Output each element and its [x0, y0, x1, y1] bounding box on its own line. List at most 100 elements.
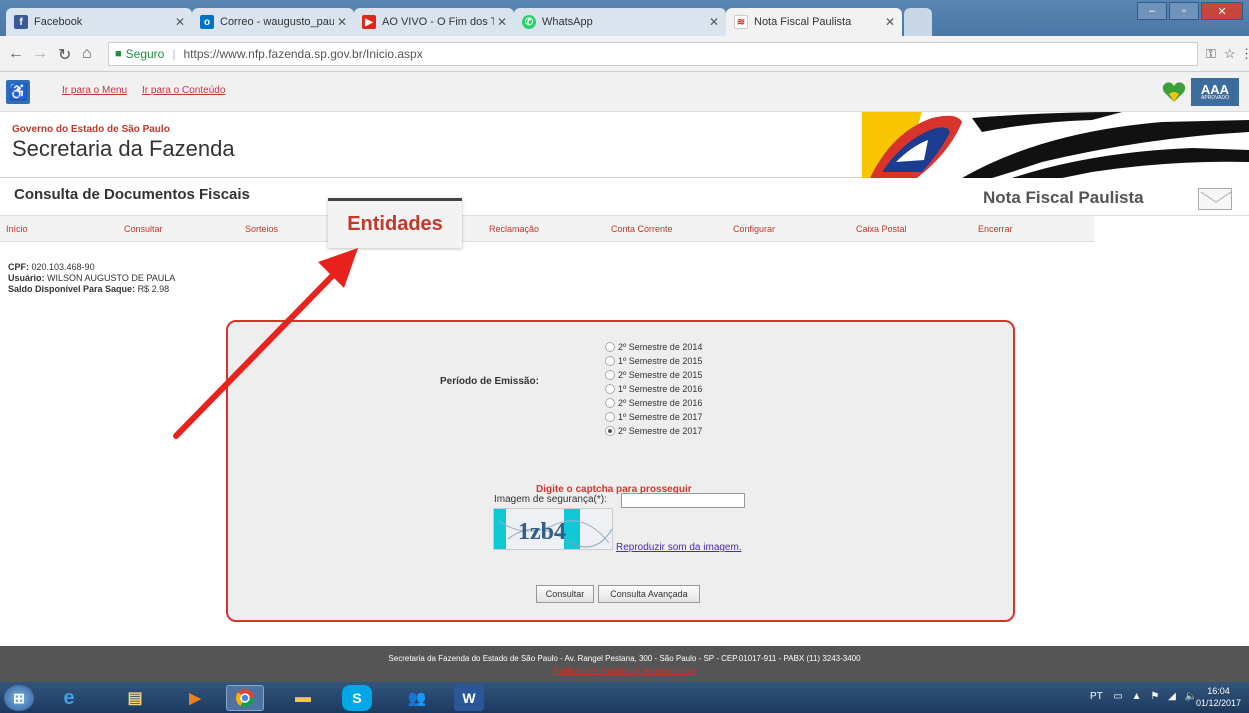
captcha-image: 1zb4 — [493, 508, 613, 550]
file-explorer-icon[interactable]: ▤ — [116, 685, 154, 711]
reload-icon[interactable]: ↻ — [58, 45, 71, 65]
tab-youtube[interactable]: ▶ AO VIVO - O Fim dos Te ✕ — [354, 8, 514, 36]
radio-button[interactable] — [605, 384, 615, 394]
maximize-icon[interactable]: ▫ — [1169, 2, 1199, 20]
radio-button-selected[interactable] — [605, 426, 615, 436]
people-icon[interactable]: 👥 — [398, 685, 436, 711]
system-tray: PT ▭ ▲ ⚑ ◢ 🔈 — [1090, 691, 1197, 702]
tab-correo[interactable]: o Correo - waugusto_pauli ✕ — [192, 8, 354, 36]
audio-captcha-link[interactable]: Reproduzir som da imagem. — [616, 542, 742, 553]
menu-item-conta-corrente[interactable]: Conta Corrente — [611, 224, 673, 234]
menu-item-encerrar[interactable]: Encerrar — [978, 224, 1013, 234]
tab-nota-fiscal[interactable]: ≋ Nota Fiscal Paulista ✕ — [726, 8, 902, 36]
consultar-button[interactable]: Consultar — [536, 585, 594, 603]
menu-item-consultar[interactable]: Consultar — [124, 224, 163, 234]
tab-label: AO VIVO - O Fim dos Te — [382, 16, 494, 28]
minimize-icon[interactable]: – — [1137, 2, 1167, 20]
page-title: Consulta de Documentos Fiscais — [14, 186, 250, 203]
skip-to-content-link[interactable]: Ir para o Conteúdo — [142, 85, 225, 96]
keyboard-icon[interactable]: ▭ — [1113, 691, 1122, 702]
periodo-option-label: 2º Semestre de 2016 — [618, 398, 703, 408]
close-tab-icon[interactable]: ✕ — [706, 15, 722, 29]
close-tab-icon[interactable]: ✕ — [882, 15, 898, 29]
app-title: Nota Fiscal Paulista — [983, 188, 1144, 207]
site-header: Governo do Estado de São Paulo Secretari… — [0, 112, 1249, 178]
menu-item-inicio[interactable]: Início — [6, 224, 28, 234]
captcha-label: Imagem de segurança(*): — [494, 494, 607, 505]
saldo-row: Saldo Disponível Para Saque: R$ 2.98 — [8, 284, 175, 295]
flag-icon[interactable]: ⚑ — [1150, 691, 1159, 702]
menu-item-sorteios[interactable]: Sorteios — [245, 224, 278, 234]
privacy-policy-link[interactable]: Política de Privacidade — [554, 666, 635, 675]
url-text: https://www.nfp.fazenda.sp.gov.br/Inicio… — [183, 47, 423, 61]
radio-button[interactable] — [605, 356, 615, 366]
menu-filler — [1094, 216, 1249, 242]
menu-item-entidades[interactable]: Entidades — [328, 198, 462, 248]
periodo-option[interactable]: 1º Semestre de 2015 — [605, 354, 702, 368]
clock-date: 01/12/2017 — [1195, 698, 1241, 708]
terms-of-use-link[interactable]: Termos de Uso — [641, 666, 695, 675]
mail-icon[interactable] — [1198, 188, 1232, 210]
periodo-option[interactable]: 1º Semestre de 2017 — [605, 410, 702, 424]
folder-icon[interactable]: ▬ — [284, 685, 322, 711]
new-tab-button[interactable] — [904, 8, 932, 36]
periodo-option-label: 2º Semestre de 2017 — [618, 426, 703, 436]
tab-whatsapp[interactable]: ✆ WhatsApp ✕ — [514, 8, 726, 36]
forward-icon[interactable]: → — [32, 45, 48, 63]
bookmark-star-icon[interactable]: ☆ — [1224, 46, 1236, 62]
skip-to-menu-link[interactable]: Ir para o Menu — [62, 85, 127, 96]
footer-links: Política de Privacidade | Termos de Uso — [553, 666, 696, 675]
periodo-option-label: 2º Semestre de 2015 — [618, 370, 703, 380]
periodo-option-label: 2º Semestre de 2014 — [618, 342, 703, 352]
menu-dots-icon[interactable]: ⋮ — [1240, 46, 1249, 62]
window-controls: – ▫ ✕ — [1135, 2, 1243, 20]
periodo-option[interactable]: 1º Semestre de 2016 — [605, 382, 702, 396]
chrome-icon[interactable] — [226, 685, 264, 711]
network-icon[interactable]: ◢ — [1168, 691, 1176, 702]
radio-button[interactable] — [605, 342, 615, 352]
usuario-label: Usuário: — [8, 273, 45, 283]
key-icon[interactable]: ⚿ — [1206, 46, 1216, 62]
periodo-option-label: 1º Semestre de 2016 — [618, 384, 703, 394]
taskbar-clock[interactable]: 16:04 01/12/2017 — [1196, 685, 1241, 709]
main-menu: Início Consultar Sorteios Reclamação Con… — [0, 216, 1249, 242]
menu-item-caixa-postal[interactable]: Caixa Postal — [856, 224, 907, 234]
radio-button[interactable] — [605, 412, 615, 422]
media-player-icon[interactable]: ▶ — [176, 685, 214, 711]
periodo-option[interactable]: 2º Semestre de 2016 — [605, 396, 702, 410]
close-window-icon[interactable]: ✕ — [1201, 2, 1243, 20]
menu-item-reclamacao[interactable]: Reclamação — [489, 224, 539, 234]
periodo-option[interactable]: 2º Semestre de 2015 — [605, 368, 702, 382]
tab-facebook[interactable]: f Facebook ✕ — [6, 8, 192, 36]
consulta-avancada-button[interactable]: Consulta Avançada — [598, 585, 700, 603]
captcha-input[interactable] — [621, 493, 745, 508]
windows-taskbar: ⊞ e ▤ ▶ ▬ S 👥 W PT ▭ ▲ ⚑ ◢ 🔈 16:04 01/12… — [0, 682, 1249, 713]
skype-icon[interactable]: S — [342, 685, 372, 711]
site-footer: Secretaria da Fazenda do Estado de São P… — [0, 646, 1249, 682]
periodo-option[interactable]: 2º Semestre de 2017 — [605, 424, 702, 438]
back-icon[interactable]: ← — [8, 45, 24, 63]
clock-time: 16:04 — [1207, 686, 1230, 696]
url-field[interactable]: ■ Seguro | https://www.nfp.fazenda.sp.go… — [108, 42, 1198, 66]
start-button-icon[interactable]: ⊞ — [4, 685, 34, 711]
accessibility-icon[interactable]: ♿ — [6, 80, 30, 104]
close-tab-icon[interactable]: ✕ — [334, 15, 350, 29]
periodo-option[interactable]: 2º Semestre de 2014 — [605, 340, 702, 354]
captcha-text: 1zb4 — [518, 519, 566, 545]
show-hidden-icons[interactable]: ▲ — [1132, 691, 1142, 702]
home-icon[interactable]: ⌂ — [82, 45, 92, 63]
internet-explorer-icon[interactable]: e — [50, 685, 88, 711]
cpf-value: 020.103.468-90 — [31, 262, 95, 272]
close-tab-icon[interactable]: ✕ — [494, 15, 510, 29]
usuario-row: Usuário: WILSON AUGUSTO DE PAULA — [8, 273, 175, 284]
word-icon[interactable]: W — [454, 685, 484, 711]
language-indicator[interactable]: PT — [1090, 691, 1103, 702]
page-title-bar: Consulta de Documentos Fiscais Nota Fisc… — [0, 178, 1249, 216]
radio-button[interactable] — [605, 370, 615, 380]
menu-item-configurar[interactable]: Configurar — [733, 224, 775, 234]
aaa-caption: APROVADO — [1201, 95, 1229, 101]
close-tab-icon[interactable]: ✕ — [172, 15, 188, 29]
saldo-value: R$ 2.98 — [137, 284, 170, 294]
gov-label: Governo do Estado de São Paulo — [12, 124, 170, 135]
radio-button[interactable] — [605, 398, 615, 408]
